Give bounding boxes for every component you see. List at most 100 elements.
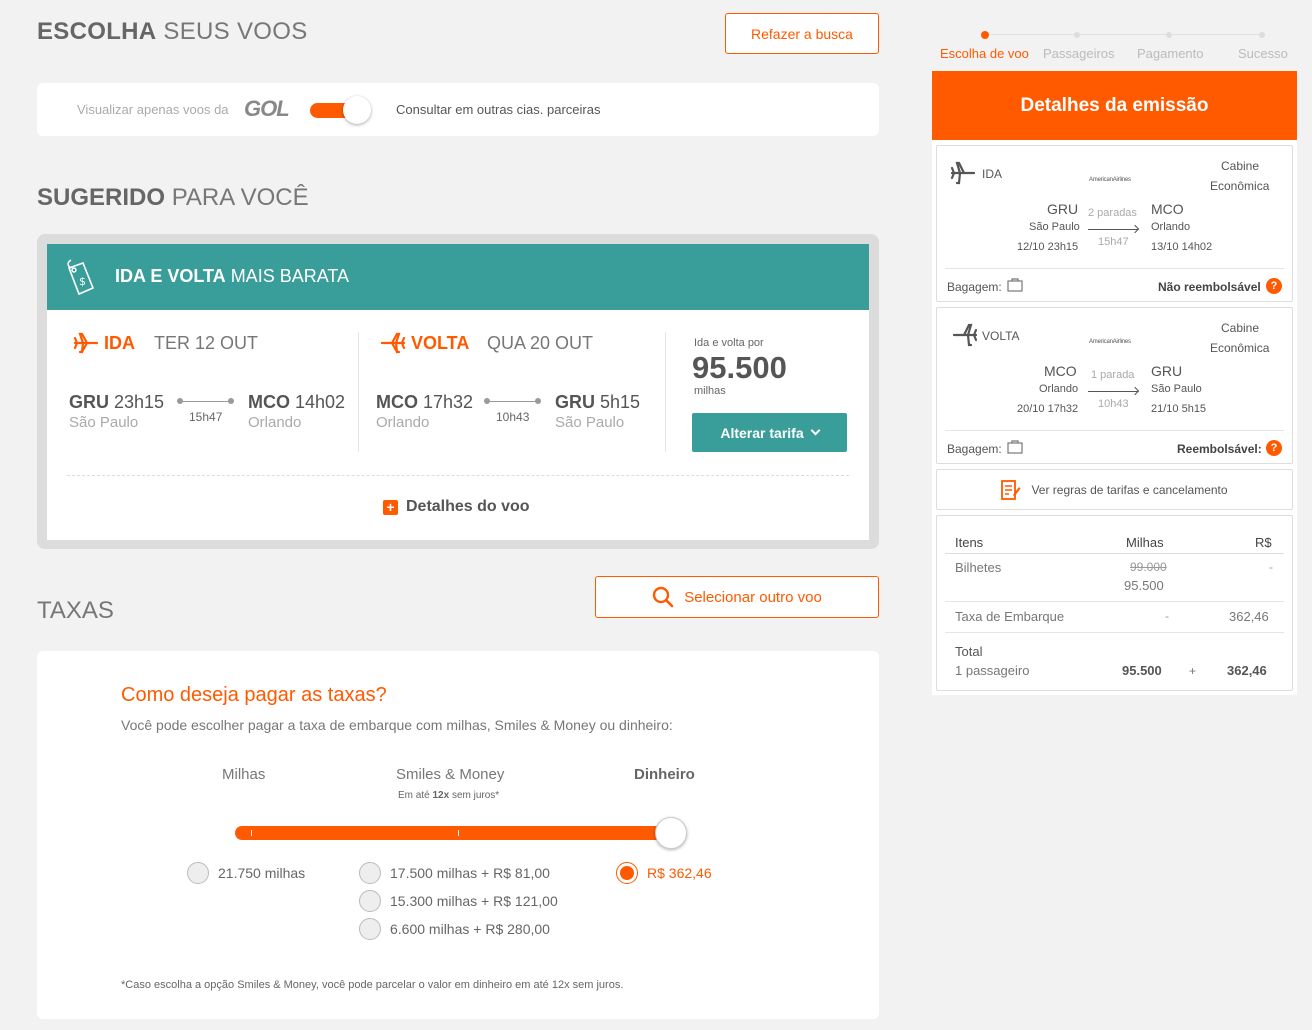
refund-status: Reembolsável: — [1177, 442, 1262, 456]
summary-outbound-origin: GRU — [1047, 201, 1079, 217]
page-title: ESCOLHA SEUS VOOS — [37, 18, 308, 45]
option-miles-value: 21.750 milhas — [218, 865, 306, 881]
refund-status: Não reembolsável — [1158, 280, 1261, 294]
radio-miles[interactable] — [187, 862, 209, 884]
summary-title: Detalhes da emissão — [932, 71, 1297, 140]
return-origin-city: Orlando — [376, 414, 430, 431]
option-smiles-money-2: 15.300 milhas + R$ 121,00 — [390, 893, 558, 909]
summary-outbound-destination: MCO — [1151, 201, 1184, 217]
summary-return-origin: MCO — [1044, 363, 1077, 379]
divider — [358, 332, 359, 452]
separator — [945, 430, 1284, 431]
outbound-origin: GRU 23h15 — [69, 392, 165, 412]
progress-dot-active — [981, 31, 989, 39]
summary-outbound-stops: 2 paradas — [1088, 207, 1137, 219]
return-label: VOLTA — [411, 333, 470, 353]
tickets-miles: 95.500 — [1124, 578, 1164, 593]
step-success: Sucesso — [1238, 46, 1288, 61]
baggage-icon — [1007, 440, 1023, 454]
cabin-class: Econômica — [1210, 179, 1270, 193]
total-miles: 95.500 — [1122, 663, 1162, 678]
svg-text:$: $ — [79, 275, 86, 288]
baggage-label: Bagagem: — [947, 280, 1002, 294]
tickets-old-miles: 99.000 — [1130, 560, 1167, 574]
chevron-down-icon — [810, 425, 821, 436]
separator — [945, 601, 1284, 602]
search-icon — [653, 586, 674, 608]
route-line — [181, 401, 231, 402]
divider — [665, 332, 666, 452]
airline-filter-card: Visualizar apenas voos da GOL Consultar … — [37, 83, 879, 136]
arrow-right-icon — [1130, 386, 1140, 396]
radio-smiles-money-2[interactable] — [359, 890, 381, 912]
plus-icon: + — [383, 499, 398, 515]
banner-text: IDA E VOLTA MAIS BARATA — [115, 266, 350, 286]
option-smiles-money-header: Smiles & Money — [396, 766, 505, 783]
option-smiles-money-3: 6.600 milhas + R$ 280,00 — [390, 921, 550, 937]
taxes-question: Como deseja pagar as taxas? — [121, 684, 387, 706]
boarding-tax-brl: 362,46 — [1229, 609, 1269, 624]
summary-return-card: VOLTA AmericanAirlines Cabine Econômica … — [936, 307, 1293, 464]
separator — [945, 268, 1284, 269]
select-other-flight-button[interactable]: Selecionar outro voo — [595, 576, 879, 618]
american-airlines-logo: AmericanAirlines — [1089, 339, 1131, 345]
payment-slider-track[interactable] — [235, 826, 671, 840]
total-label: Total — [955, 644, 983, 659]
taxes-title: TAXAS — [37, 597, 114, 624]
summary-return-origin-city: Orlando — [1039, 383, 1079, 395]
price-tag-icon: $ — [67, 259, 95, 296]
outbound-origin-city: São Paulo — [69, 414, 139, 431]
route-line — [488, 401, 538, 402]
baggage-icon — [1007, 278, 1023, 292]
radio-smiles-money-1[interactable] — [359, 862, 381, 884]
gol-only-label: Visualizar apenas voos da — [77, 102, 229, 117]
plane-icon — [950, 161, 976, 185]
payment-slider-handle[interactable] — [655, 817, 687, 849]
suggested-flight-body: IDA TER 12 OUT GRU 23h15 São Paulo 15h47… — [47, 310, 869, 540]
document-edit-icon — [1001, 479, 1021, 500]
fare-rules-link[interactable]: Ver regras de tarifas e cancelamento — [936, 469, 1293, 510]
select-other-flight-label: Selecionar outro voo — [684, 588, 822, 606]
progress-dot — [1259, 32, 1265, 38]
total-brl: 362,46 — [1227, 663, 1267, 678]
summary-return-duration: 10h43 — [1098, 398, 1129, 410]
fare-rules-label: Ver regras de tarifas e cancelamento — [1031, 482, 1228, 497]
gol-logo: GOL — [244, 96, 290, 121]
slider-tick — [458, 830, 459, 836]
plane-icon — [73, 332, 99, 354]
cabin-label: Cabine — [1221, 321, 1260, 335]
radio-smiles-money-3[interactable] — [359, 918, 381, 940]
taxes-footnote: *Caso escolha a opção Smiles & Money, vo… — [121, 979, 624, 991]
help-icon[interactable]: ? — [1266, 440, 1282, 456]
taxes-subtitle: Você pode escolher pagar a taxa de embar… — [121, 717, 673, 733]
summary-outbound-label: IDA — [982, 167, 1003, 181]
return-destination: GRU 5h15 — [555, 392, 641, 412]
plane-return-icon — [952, 323, 978, 347]
step-passengers: Passageiros — [1043, 46, 1115, 61]
boarding-tax-label: Taxa de Embarque — [955, 609, 1065, 624]
return-date: QUA 20 OUT — [487, 333, 594, 353]
boarding-tax-miles: - — [1165, 609, 1169, 623]
progress-dot — [1074, 32, 1080, 38]
flight-details-link[interactable]: + Detalhes do voo — [383, 498, 530, 516]
separator — [945, 553, 1284, 554]
partner-airlines-toggle[interactable] — [310, 96, 372, 124]
change-fare-button[interactable]: Alterar tarifa — [692, 413, 847, 452]
radio-cash[interactable] — [616, 862, 638, 884]
summary-outbound-duration: 15h47 — [1098, 236, 1129, 248]
summary-outbound-origin-city: São Paulo — [1029, 221, 1080, 233]
progress-line — [985, 34, 1262, 35]
summary-return-label: VOLTA — [982, 329, 1020, 343]
summary-return-destination: GRU — [1151, 363, 1183, 379]
summary-return-destination-city: São Paulo — [1151, 383, 1202, 395]
col-miles: Milhas — [1126, 535, 1164, 550]
plane-return-icon — [380, 332, 406, 354]
slider-tick — [251, 830, 252, 836]
summary-outbound-card: IDA AmericanAirlines Cabine Econômica GR… — [936, 145, 1293, 302]
tickets-brl: - — [1269, 560, 1273, 574]
return-origin: MCO 17h32 — [376, 392, 474, 412]
american-airlines-logo: AmericanAirlines — [1089, 177, 1131, 183]
outbound-destination: MCO 14h02 — [248, 392, 346, 412]
redo-search-button[interactable]: Refazer a busca — [725, 13, 879, 54]
help-icon[interactable]: ? — [1266, 278, 1282, 294]
